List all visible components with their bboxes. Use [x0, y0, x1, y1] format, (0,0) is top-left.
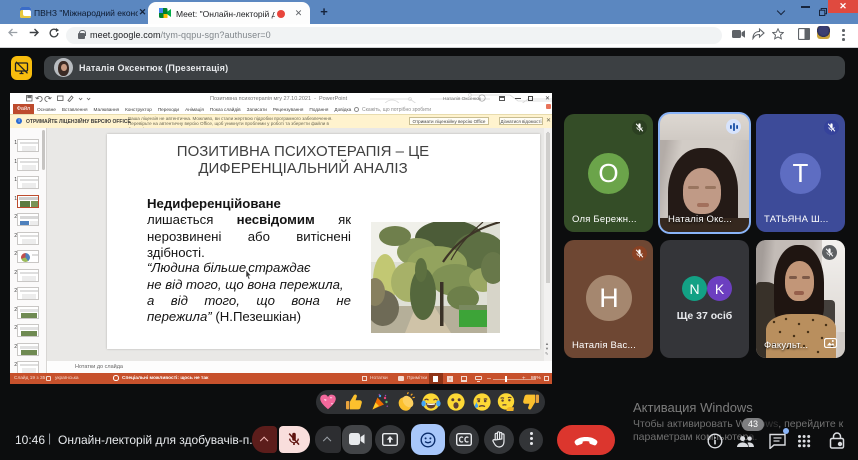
svg-text:Наталія Оксенюк: Наталія Оксенюк: [443, 96, 482, 102]
